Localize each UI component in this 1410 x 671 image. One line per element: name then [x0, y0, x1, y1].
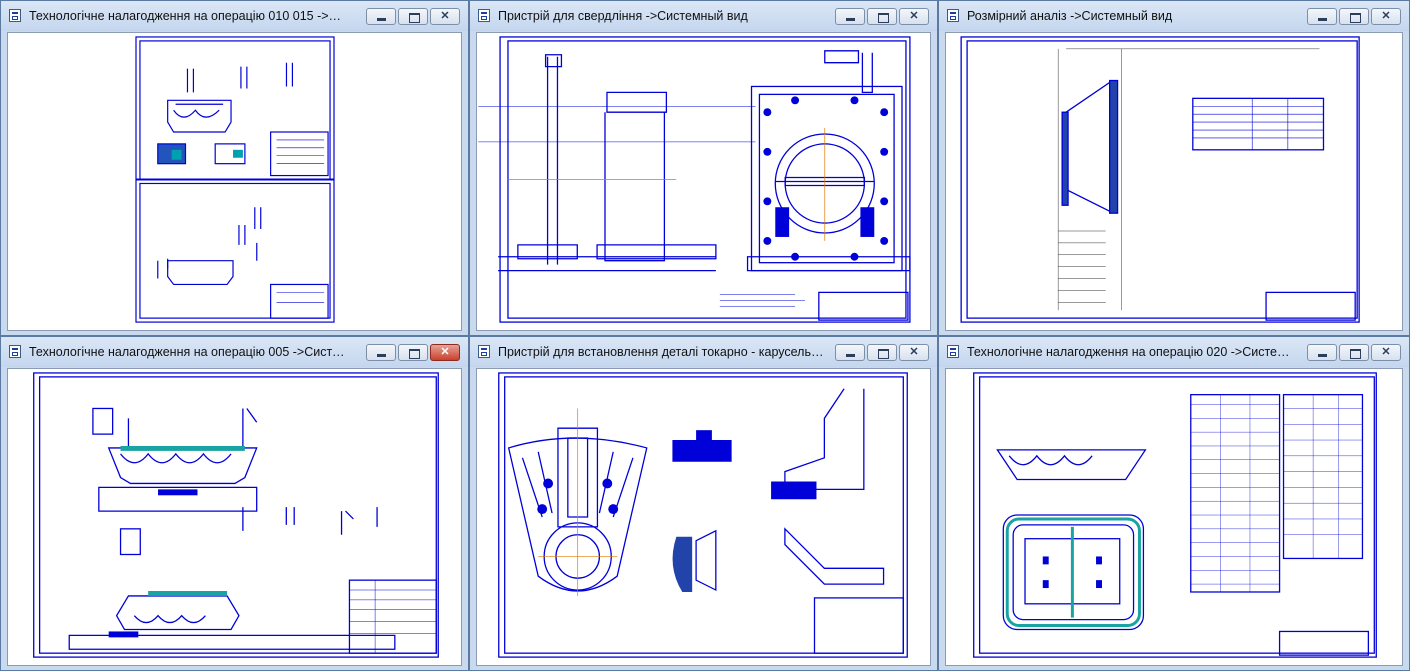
titlebar[interactable]: Розмірний аналіз ->Системный вид ✕: [939, 1, 1409, 31]
close-icon: ✕: [909, 10, 919, 22]
maximize-button[interactable]: [867, 8, 897, 25]
cad-drawing: [498, 372, 908, 658]
maximize-icon: [399, 9, 427, 24]
window-operation-005[interactable]: Технологічне налагодження на операцію 00…: [0, 336, 469, 671]
cad-drawing: [33, 372, 439, 658]
maximize-button[interactable]: [1339, 344, 1369, 361]
minimize-icon: [367, 9, 395, 24]
minimize-icon: [1308, 9, 1336, 24]
window-title: Технологічне налагодження на операцію 01…: [29, 9, 349, 23]
maximize-icon: [1340, 9, 1368, 24]
window-operation-010-015[interactable]: Технологічне налагодження на операцію 01…: [0, 0, 469, 336]
document-icon: [478, 345, 490, 358]
close-button[interactable]: ✕: [430, 344, 460, 361]
window-title: Технологічне налагодження на операцію 00…: [29, 345, 349, 359]
drawing-canvas[interactable]: [7, 32, 462, 331]
minimize-button[interactable]: [835, 8, 865, 25]
maximize-button[interactable]: [398, 344, 428, 361]
window-title: Розмірний аналіз ->Системный вид: [967, 9, 1173, 23]
window-turning-fixture[interactable]: Пристрій для встановлення деталі токарно…: [469, 336, 938, 671]
titlebar[interactable]: Пристрій для встановлення деталі токарно…: [470, 337, 937, 367]
drawing-canvas[interactable]: [476, 368, 931, 666]
window-title: Технологічне налагодження на операцію 02…: [967, 345, 1291, 359]
document-icon: [9, 345, 21, 358]
close-icon: ✕: [909, 346, 919, 358]
window-dimensional-analysis[interactable]: Розмірний аналіз ->Системный вид ✕: [938, 0, 1410, 336]
titlebar[interactable]: Пристрій для свердління ->Системный вид …: [470, 1, 937, 31]
close-button[interactable]: ✕: [430, 8, 460, 25]
document-icon: [947, 345, 959, 358]
minimize-icon: [1308, 345, 1336, 360]
close-icon: ✕: [1381, 10, 1391, 22]
minimize-button[interactable]: [1307, 8, 1337, 25]
minimize-button[interactable]: [366, 344, 396, 361]
cad-drawing: [478, 36, 911, 323]
maximize-icon: [399, 345, 427, 360]
cad-drawing: [960, 36, 1360, 323]
close-icon: ✕: [440, 10, 450, 22]
document-icon: [947, 9, 959, 22]
close-button[interactable]: ✕: [1371, 344, 1401, 361]
minimize-button[interactable]: [366, 8, 396, 25]
maximize-button[interactable]: [398, 8, 428, 25]
cad-drawing: [973, 372, 1377, 658]
titlebar[interactable]: Технологічне налагодження на операцію 01…: [1, 1, 468, 31]
close-icon: ✕: [1381, 346, 1391, 358]
close-button[interactable]: ✕: [1371, 8, 1401, 25]
minimize-icon: [367, 345, 395, 360]
maximize-icon: [868, 345, 896, 360]
minimize-icon: [836, 345, 864, 360]
document-icon: [9, 9, 21, 22]
window-operation-020[interactable]: Технологічне налагодження на операцію 02…: [938, 336, 1410, 671]
cad-drawing: [135, 36, 335, 323]
drawing-canvas[interactable]: [7, 368, 462, 666]
titlebar[interactable]: Технологічне налагодження на операцію 00…: [1, 337, 468, 367]
window-title: Пристрій для свердління ->Системный вид: [498, 9, 748, 23]
drawing-canvas[interactable]: [945, 32, 1403, 331]
drawing-canvas[interactable]: [476, 32, 931, 331]
window-drilling-fixture[interactable]: Пристрій для свердління ->Системный вид …: [469, 0, 938, 336]
document-icon: [478, 9, 490, 22]
maximize-button[interactable]: [867, 344, 897, 361]
close-button[interactable]: ✕: [899, 344, 929, 361]
maximize-icon: [1340, 345, 1368, 360]
minimize-button[interactable]: [835, 344, 865, 361]
window-title: Пристрій для встановлення деталі токарно…: [498, 345, 828, 359]
minimize-button[interactable]: [1307, 344, 1337, 361]
maximize-icon: [868, 9, 896, 24]
drawing-canvas[interactable]: [945, 368, 1403, 666]
titlebar[interactable]: Технологічне налагодження на операцію 02…: [939, 337, 1409, 367]
close-icon: ✕: [440, 346, 450, 358]
close-button[interactable]: ✕: [899, 8, 929, 25]
minimize-icon: [836, 9, 864, 24]
maximize-button[interactable]: [1339, 8, 1369, 25]
